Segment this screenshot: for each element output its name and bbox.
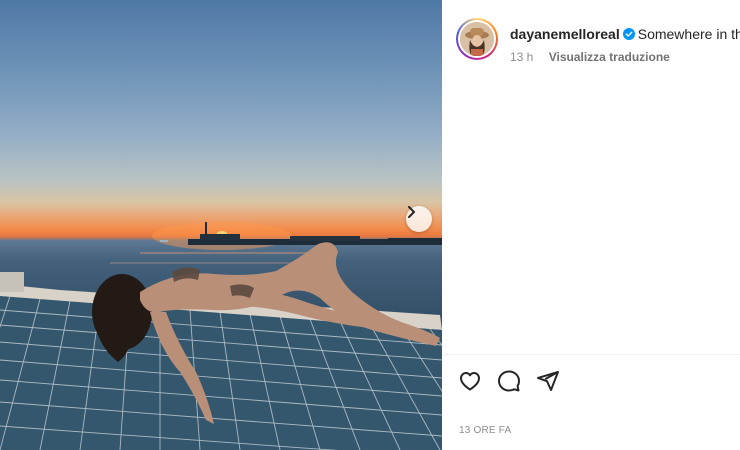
caption-text: Somewhere in the [637,26,740,42]
post-time[interactable]: 13 h [510,50,533,64]
paper-plane-icon[interactable] [536,369,560,393]
avatar-image [460,22,494,56]
divider [442,354,740,355]
next-photo-button[interactable] [406,206,432,232]
verified-badge-icon [622,28,635,40]
chevron-right-icon [408,206,415,218]
post-side-panel: dayanemelloreal Somewhere in the 13 h Vi… [442,0,740,450]
comment-icon[interactable] [497,369,521,393]
post-timestamp[interactable]: 13 ORE FA [459,425,511,436]
username-link[interactable]: dayanemelloreal [510,26,620,42]
post-meta: 13 h Visualizza traduzione [510,50,670,64]
post-photo [0,0,442,450]
heart-icon[interactable] [458,369,482,393]
action-bar [458,369,560,393]
avatar-picture [460,22,494,56]
avatar[interactable] [456,18,498,60]
see-translation-link[interactable]: Visualizza traduzione [549,50,670,64]
post-photo-scene [0,222,442,450]
caption-line: dayanemelloreal Somewhere in the [510,26,740,42]
